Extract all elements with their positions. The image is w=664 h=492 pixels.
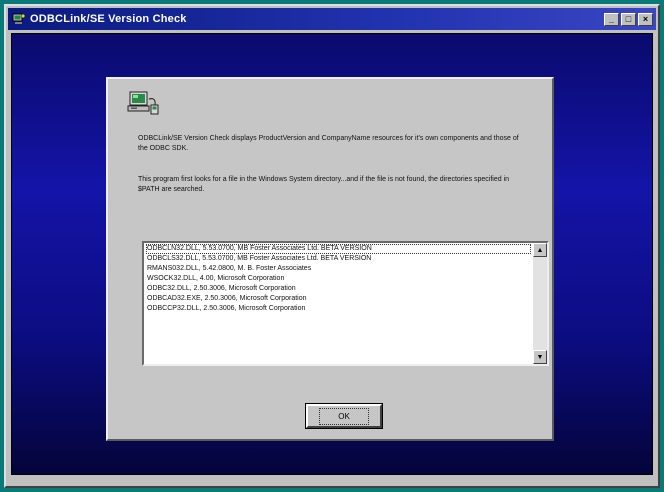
description-text-1: ODBCLink/SE Version Check displays Produ… xyxy=(138,135,519,152)
scroll-down-button[interactable]: ▼ xyxy=(533,350,547,364)
list-item[interactable]: WSOCK32.DLL, 4.00, Microsoft Corporation xyxy=(146,274,531,284)
version-listbox[interactable]: ODBCLN32.DLL, 5.53.0700, MB Foster Assoc… xyxy=(142,241,549,366)
close-button[interactable]: × xyxy=(638,12,653,26)
list-item[interactable]: ODBCLN32.DLL, 5.53.0700, MB Foster Assoc… xyxy=(146,244,531,254)
list-item[interactable]: ODBC32.DLL, 2.50.3006, Microsoft Corpora… xyxy=(146,284,531,294)
scroll-up-button[interactable]: ▲ xyxy=(533,243,547,257)
listbox-items: ODBCLN32.DLL, 5.53.0700, MB Foster Assoc… xyxy=(146,244,531,314)
pc-network-icon xyxy=(126,89,160,119)
list-item[interactable]: ODBCCP32.DLL, 2.50.3006, Microsoft Corpo… xyxy=(146,304,531,314)
vertical-scrollbar[interactable]: ▲ ▼ xyxy=(533,243,547,364)
list-item[interactable]: ODBCAD32.EXE, 2.50.3006, Microsoft Corpo… xyxy=(146,294,531,304)
window-title: ODBCLink/SE Version Check xyxy=(30,13,187,25)
title-bar[interactable]: ODBCLink/SE Version Check _ □ × xyxy=(8,8,656,30)
ok-button-label: OK xyxy=(319,407,369,425)
list-item[interactable]: ODBCLS32.DLL, 5.53.0700, MB Foster Assoc… xyxy=(146,254,531,264)
version-check-panel: ODBCLink/SE Version Check displays Produ… xyxy=(106,77,554,441)
ok-button[interactable]: OK xyxy=(305,403,383,429)
minimize-button[interactable]: _ xyxy=(604,12,619,26)
app-icon[interactable] xyxy=(12,12,26,26)
list-item[interactable]: RMANS032.DLL, 5.42.0800, M. B. Foster As… xyxy=(146,264,531,274)
description-text-2: This program first looks for a file in t… xyxy=(138,176,510,193)
client-area: ODBCLink/SE Version Check displays Produ… xyxy=(11,33,653,475)
title-buttons: _ □ × xyxy=(604,12,653,26)
maximize-button[interactable]: □ xyxy=(621,12,636,26)
main-window: ODBCLink/SE Version Check _ □ × ODBCLink… xyxy=(4,4,660,488)
